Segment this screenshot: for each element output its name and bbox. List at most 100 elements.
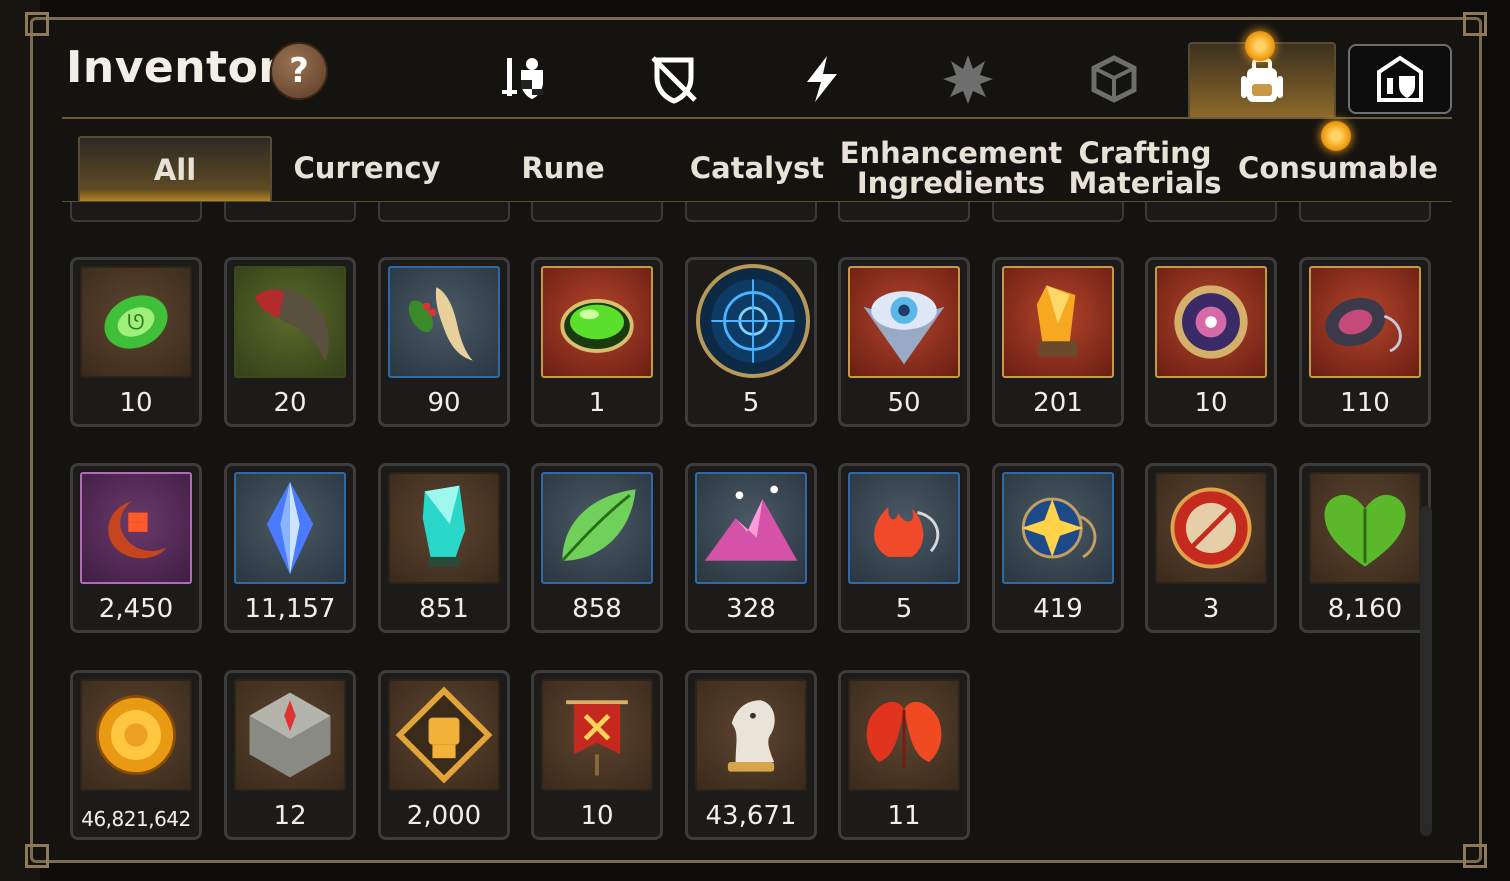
- teal-crystal-icon: [422, 485, 466, 567]
- item-slot[interactable]: 5: [685, 257, 817, 427]
- item-slot[interactable]: 328: [685, 463, 817, 633]
- item-art: [1155, 266, 1267, 378]
- scrollbar[interactable]: [1420, 506, 1432, 836]
- tab-skills[interactable]: [780, 42, 864, 116]
- cube-icon: [1091, 55, 1137, 103]
- subtab-all[interactable]: All: [78, 136, 272, 202]
- item-quantity: 851: [419, 594, 469, 624]
- item-slot-partial[interactable]: [531, 202, 663, 222]
- burst-icon: [943, 55, 993, 104]
- item-art: [388, 679, 500, 791]
- item-quantity: 43,671: [705, 801, 797, 831]
- item-slot-partial[interactable]: [1299, 202, 1431, 222]
- item-slot[interactable]: 858: [531, 463, 663, 633]
- item-slot[interactable]: 46,821,642: [70, 670, 202, 840]
- item-quantity: 201: [1033, 388, 1083, 418]
- item-quantity: 10: [119, 388, 153, 418]
- notification-dot: [1321, 121, 1351, 151]
- item-quantity: 11: [887, 801, 921, 831]
- item-art: [234, 679, 346, 791]
- maple-leaves-icon: [866, 701, 942, 768]
- help-button[interactable]: ?: [270, 42, 328, 100]
- compass-stone-icon: [249, 692, 331, 778]
- amber-crystal-icon: [1036, 285, 1078, 357]
- frame-corner: [25, 12, 49, 36]
- item-art: [695, 679, 807, 791]
- pink-mountain-icon: [704, 485, 798, 561]
- item-slot[interactable]: 1: [531, 257, 663, 427]
- subtab-enhancement[interactable]: Enhancement Ingredients: [840, 136, 1063, 200]
- item-slot[interactable]: 2,000: [378, 670, 510, 840]
- frame-corner: [1463, 844, 1487, 868]
- item-slot[interactable]: 11,157: [224, 463, 356, 633]
- item-slot[interactable]: 2,450: [70, 463, 202, 633]
- item-quantity: 20: [273, 388, 307, 418]
- item-slot[interactable]: 12: [224, 670, 356, 840]
- item-slot[interactable]: 10: [1145, 257, 1277, 427]
- item-slot[interactable]: 3: [1145, 463, 1277, 633]
- item-slot-partial[interactable]: [378, 202, 510, 222]
- item-slot[interactable]: 43,671: [685, 670, 817, 840]
- item-art: [541, 266, 653, 378]
- item-slot-partial[interactable]: [685, 202, 817, 222]
- item-slot-partial[interactable]: [992, 202, 1124, 222]
- item-slot[interactable]: 851: [378, 463, 510, 633]
- subtab-catalyst[interactable]: Catalyst: [662, 136, 852, 200]
- item-art: [848, 679, 960, 791]
- item-quantity: 2,000: [406, 801, 482, 831]
- item-art: [696, 264, 810, 378]
- heart-leaf-icon: [1324, 494, 1406, 567]
- item-quantity: 8,160: [1327, 594, 1403, 624]
- item-art: [848, 472, 960, 584]
- item-art: [541, 472, 653, 584]
- chess-knight-icon: [727, 700, 775, 772]
- item-art: ᘎ: [80, 266, 192, 378]
- item-art: [695, 472, 807, 584]
- guild-crest-icon: [1377, 55, 1423, 102]
- item-art: [1002, 472, 1114, 584]
- item-quantity: 2,450: [98, 594, 174, 624]
- subtab-currency[interactable]: Currency: [272, 136, 462, 200]
- ginseng-root-icon: [408, 287, 473, 361]
- tab-equipment[interactable]: [484, 42, 568, 116]
- item-slot[interactable]: 90: [378, 257, 510, 427]
- item-slot[interactable]: 419: [992, 463, 1124, 633]
- item-art: [1002, 266, 1114, 378]
- item-slot[interactable]: ᘎ 10: [70, 257, 202, 427]
- item-slot[interactable]: 10: [531, 670, 663, 840]
- svg-text:ᘎ: ᘎ: [127, 311, 145, 336]
- red-seal-icon: [1170, 487, 1252, 569]
- item-slot-partial[interactable]: [1145, 202, 1277, 222]
- item-slot-partial[interactable]: [70, 202, 202, 222]
- item-quantity: 90: [427, 388, 461, 418]
- item-slot[interactable]: 50: [838, 257, 970, 427]
- subtab-rune[interactable]: Rune: [468, 136, 658, 200]
- lightning-icon: [807, 56, 837, 102]
- item-quantity: 11,157: [244, 594, 336, 624]
- tab-guild[interactable]: [1348, 44, 1452, 114]
- sword-shield-icon: [502, 58, 543, 99]
- item-slot-partial[interactable]: [838, 202, 970, 222]
- item-quantity: 10: [1194, 388, 1228, 418]
- tab-effects[interactable]: [926, 42, 1010, 116]
- item-slot[interactable]: 201: [992, 257, 1124, 427]
- frame-corner: [25, 844, 49, 868]
- subtab-crafting[interactable]: Crafting Materials: [1060, 136, 1230, 200]
- item-quantity: 5: [895, 594, 913, 624]
- item-slot[interactable]: 11: [838, 670, 970, 840]
- item-slot-partial[interactable]: [224, 202, 356, 222]
- item-quantity: 419: [1033, 594, 1083, 624]
- item-slot[interactable]: 8,160: [1299, 463, 1431, 633]
- green-potion-icon: [560, 298, 634, 353]
- tab-broken-gear[interactable]: [632, 42, 716, 116]
- item-art: [388, 472, 500, 584]
- item-slot[interactable]: 110: [1299, 257, 1431, 427]
- item-quantity: 46,821,642: [81, 807, 191, 831]
- item-quantity: 1: [588, 388, 606, 418]
- item-slot[interactable]: 20: [224, 257, 356, 427]
- item-slot[interactable]: 5: [838, 463, 970, 633]
- leaf-icon: [561, 489, 636, 562]
- pendant-icon: [1325, 297, 1402, 353]
- tab-boxes[interactable]: [1072, 42, 1156, 116]
- item-quantity: 50: [887, 388, 921, 418]
